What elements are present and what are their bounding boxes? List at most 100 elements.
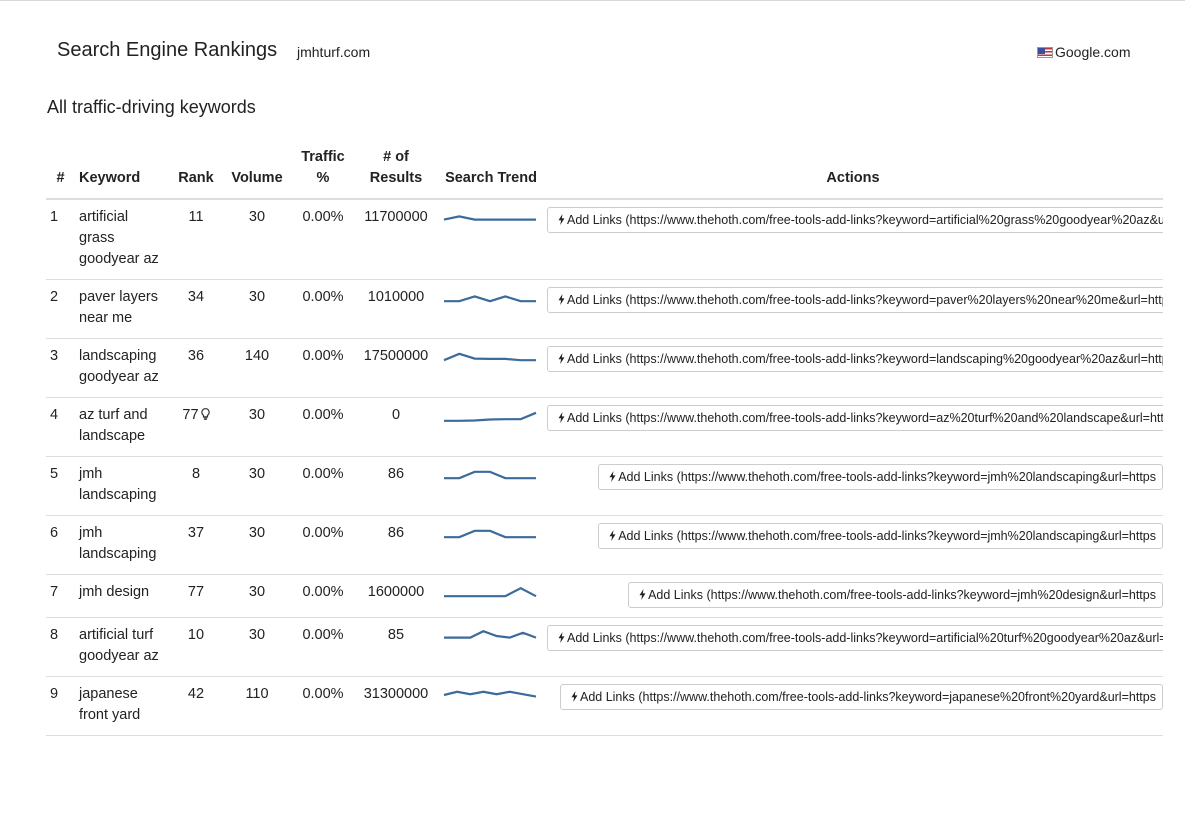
lightbulb-icon[interactable] [200,408,210,422]
search-trend-sparkline [443,690,537,698]
header: Search Engine Rankings jmhturf.com Googl… [57,39,1185,67]
traffic-cell: 0.00% [293,279,353,339]
actions-cell: Add Links (https://www.thehoth.com/free-… [543,397,1163,457]
volume-cell: 30 [221,574,293,618]
table-row: 7 jmh design 77 30 0.00% 1600000 Add Links (ht… [46,574,1163,618]
search-trend-cell [439,397,543,457]
table-header-row: # Keyword Rank Volume Traffic % # of Res… [46,139,1163,200]
search-trend-sparkline [444,411,537,422]
col-header-traffic[interactable]: Traffic % [293,139,353,200]
traffic-cell: 0.00% [293,676,353,736]
search-trend-cell [439,338,543,398]
results-cell: 17500000 [353,338,439,398]
keyword-cell: japanese front yard [75,676,171,736]
traffic-cell: 0.00% [293,456,353,516]
rank-cell: 34 [171,279,221,339]
row-number: 2 [46,279,75,339]
rank-value: 77 [187,584,205,600]
keyword-cell: paver layers near me [75,279,171,339]
lightning-bolt-icon [558,352,565,366]
lightning-bolt-icon [609,529,616,543]
results-cell: 86 [353,515,439,575]
us-flag-icon [1037,46,1053,58]
rank-cell: 42 [171,676,221,736]
volume-cell: 110 [221,676,293,736]
actions-cell: Add Links (https://www.thehoth.com/free-… [543,456,1163,516]
keywords-table-wrapper: # Keyword Rank Volume Traffic % # of Res… [46,139,1163,736]
add-links-button[interactable]: Add Links (https://www.thehoth.com/free-… [547,625,1163,651]
sparkline-path [444,295,536,303]
row-number: 8 [46,617,75,677]
rank-cell: 77 [171,574,221,618]
rank-value: 8 [191,466,201,482]
actions-cell: Add Links (https://www.thehoth.com/free-… [543,515,1163,575]
lightning-bolt-icon [609,470,616,484]
results-cell: 31300000 [353,676,439,736]
volume-cell: 140 [221,338,293,398]
add-links-button[interactable]: Add Links (https://www.thehoth.com/free-… [547,287,1163,313]
domain-label: jmhturf.com [297,44,371,60]
sparkline-path [443,352,536,362]
lightning-bolt-icon [558,293,565,307]
table-row: 3 landscaping goodyear az 36 140 0.00% 175000… [46,338,1163,398]
col-header-trend: Search Trend [439,139,543,200]
actions-cell: Add Links (https://www.thehoth.com/free-… [543,199,1163,280]
keyword-cell: jmh landscaping [75,515,171,575]
traffic-cell: 0.00% [293,617,353,677]
row-number: 7 [46,574,75,618]
table-row: 4 az turf and landscape 77 30 0.00% 0 Add Link… [46,397,1163,457]
sparkline-path [444,411,537,422]
keyword-cell: artificial grass goodyear az [75,199,171,280]
table-row: 2 paver layers near me 34 30 0.00% 1010000 Add… [46,279,1163,339]
volume-cell: 30 [221,515,293,575]
lightning-bolt-icon [558,631,565,645]
search-trend-sparkline [444,529,536,539]
add-links-button[interactable]: Add Links (https://www.thehoth.com/free-… [547,405,1163,431]
search-engine-selector[interactable]: Google.com [1037,44,1130,60]
keyword-cell: jmh landscaping [75,456,171,516]
lightning-bolt-icon [571,690,578,704]
col-header-volume[interactable]: Volume [221,139,293,200]
add-links-button[interactable]: Add Links (https://www.thehoth.com/free-… [598,464,1163,490]
actions-cell: Add Links (https://www.thehoth.com/free-… [543,676,1163,736]
table-row: 9 japanese front yard 42 110 0.00% 31300000 Ad… [46,676,1163,736]
rank-cell: 77 [171,397,221,457]
row-number: 3 [46,338,75,398]
add-links-label: Add Links (https://www.thehoth.com/free-… [567,293,1163,307]
rank-cell: 36 [171,338,221,398]
actions-cell: Add Links (https://www.thehoth.com/free-… [543,338,1163,398]
table-row: 6 jmh landscaping 37 30 0.00% 86 Add Links (ht… [46,515,1163,575]
search-trend-cell [439,515,543,575]
sparkline-path [444,470,536,480]
add-links-button[interactable]: Add Links (https://www.thehoth.com/free-… [628,582,1163,608]
add-links-label: Add Links (https://www.thehoth.com/free-… [618,470,1156,484]
sparkline-path [443,215,536,221]
search-trend-sparkline [444,630,537,639]
col-header-keyword[interactable]: Keyword [75,139,171,200]
add-links-label: Add Links (https://www.thehoth.com/free-… [567,213,1163,227]
rank-cell: 10 [171,617,221,677]
row-number: 4 [46,397,75,457]
volume-cell: 30 [221,617,293,677]
rank-cell: 11 [171,199,221,280]
rank-cell: 8 [171,456,221,516]
results-cell: 1600000 [353,574,439,618]
traffic-cell: 0.00% [293,338,353,398]
sparkline-path [444,529,536,539]
add-links-button[interactable]: Add Links (https://www.thehoth.com/free-… [547,346,1163,372]
col-header-results[interactable]: # of Results [353,139,439,200]
search-trend-cell [439,279,543,339]
search-trend-cell [439,456,543,516]
add-links-label: Add Links (https://www.thehoth.com/free-… [618,529,1156,543]
results-cell: 11700000 [353,199,439,280]
section-subtitle: All traffic-driving keywords [47,97,256,117]
add-links-button[interactable]: Add Links (https://www.thehoth.com/free-… [547,207,1163,233]
search-trend-sparkline [443,215,536,221]
lightning-bolt-icon [558,213,565,227]
search-trend-sparkline [444,470,536,480]
actions-cell: Add Links (https://www.thehoth.com/free-… [543,574,1163,618]
add-links-button[interactable]: Add Links (https://www.thehoth.com/free-… [598,523,1163,549]
col-header-rank[interactable]: Rank [171,139,221,200]
rank-value: 34 [187,289,205,305]
add-links-button[interactable]: Add Links (https://www.thehoth.com/free-… [559,684,1163,710]
